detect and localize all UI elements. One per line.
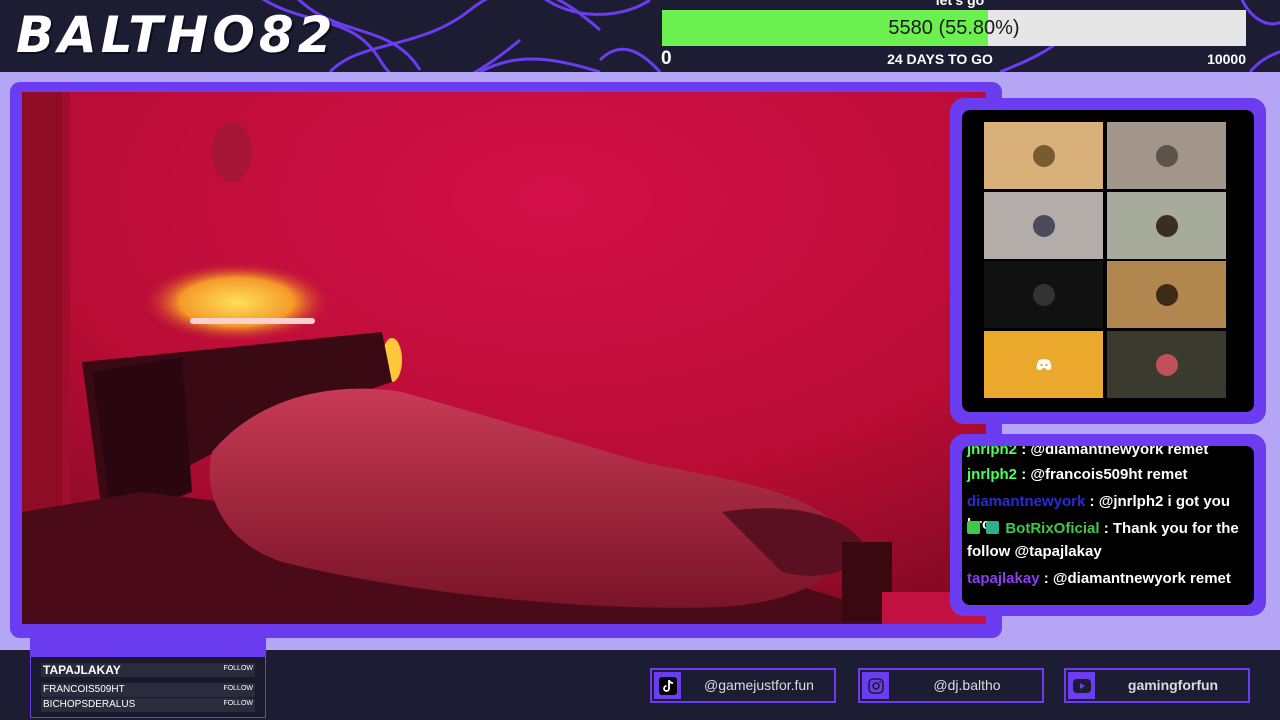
top-banner: BALTHO82 let's go 5580 (55.80%) 0 24 DAY… xyxy=(0,0,1280,72)
youtube-link[interactable]: gamingforfun xyxy=(1064,668,1250,703)
participant-tile[interactable] xyxy=(984,331,1103,398)
follower-name: TAPAJLAKAY xyxy=(43,663,121,677)
instagram-link[interactable]: @dj.baltho xyxy=(858,668,1044,703)
follow-label: FOLLOW xyxy=(223,685,253,692)
avatar xyxy=(1155,214,1178,237)
follower-row: TAPAJLAKAY FOLLOW xyxy=(41,663,255,677)
participant-tile[interactable] xyxy=(1107,261,1226,328)
participant-tile[interactable] xyxy=(984,122,1103,189)
goal-min-label: 0 xyxy=(661,48,672,69)
recent-followers-box: TAPAJLAKAY FOLLOW FRANCOIS509HT FOLLOW B… xyxy=(30,656,266,718)
chat-message: BotRixOficial : Thank you for the follow… xyxy=(967,517,1251,563)
goal-days-label: 24 DAYS TO GO xyxy=(887,51,993,67)
webcam-scene xyxy=(22,92,986,624)
follower-name: BICHOPSDERALUS xyxy=(43,699,136,710)
discord-icon xyxy=(1036,359,1052,371)
avatar xyxy=(1032,144,1055,167)
follower-row: BICHOPSDERALUS FOLLOW xyxy=(41,698,255,712)
chat-message: tapajlakay : @diamantnewyork remet xyxy=(967,567,1251,590)
chat-text: : @diamantnewyork remet xyxy=(1021,446,1209,458)
avatar xyxy=(1032,283,1055,306)
avatar xyxy=(1032,214,1055,237)
webcam-feed xyxy=(22,92,986,624)
participant-tile[interactable] xyxy=(1107,122,1226,189)
instagram-icon xyxy=(862,672,889,699)
participant-tile[interactable] xyxy=(1107,331,1226,398)
avatar xyxy=(1155,144,1178,167)
goal-max-label: 10000 xyxy=(1207,51,1246,67)
goal-title: let's go xyxy=(935,0,985,8)
chat-box: jnrlph2 : @diamantnewyork remet jnrlph2 … xyxy=(962,446,1254,605)
channel-logo: BALTHO82 xyxy=(16,6,337,64)
tiktok-link[interactable]: @gamejustfor.fun xyxy=(650,668,836,703)
tiktok-icon xyxy=(654,672,681,699)
chat-message: jnrlph2 : @francois509ht remet xyxy=(967,463,1251,486)
chat-username[interactable]: jnrlph2 xyxy=(967,446,1017,458)
chat-message: jnrlph2 : @diamantnewyork remet xyxy=(967,446,1251,461)
chat-text: : @diamantnewyork remet xyxy=(1043,570,1231,587)
participant-tile[interactable] xyxy=(984,261,1103,328)
avatar xyxy=(1155,353,1178,376)
participants-grid xyxy=(962,110,1254,412)
chat-username[interactable]: BotRixOficial xyxy=(1005,520,1099,537)
avatar xyxy=(1155,283,1178,306)
chat-text: : @francois509ht remet xyxy=(1021,466,1188,483)
verified-badge-icon xyxy=(967,521,980,534)
instagram-handle: @dj.baltho xyxy=(933,677,1001,693)
follow-label: FOLLOW xyxy=(223,700,253,707)
chat-username[interactable]: tapajlakay xyxy=(967,570,1040,587)
recent-followers-tab xyxy=(30,638,266,656)
youtube-icon xyxy=(1068,672,1095,699)
chat-username[interactable]: jnrlph2 xyxy=(967,466,1017,483)
participant-tile[interactable] xyxy=(984,192,1103,259)
tiktok-handle: @gamejustfor.fun xyxy=(704,677,814,693)
chat-username[interactable]: diamantnewyork xyxy=(967,493,1085,510)
bot-badge-icon xyxy=(986,521,1000,534)
goal-progress-bar: 5580 (55.80%) xyxy=(662,10,1246,46)
youtube-handle: gamingforfun xyxy=(1127,677,1219,693)
follow-label: FOLLOW xyxy=(223,665,253,672)
follower-name: FRANCOIS509HT xyxy=(43,684,125,695)
follower-row: FRANCOIS509HT FOLLOW xyxy=(41,683,255,697)
participant-tile[interactable] xyxy=(1107,192,1226,259)
goal-progress-text: 5580 (55.80%) xyxy=(888,17,1020,39)
